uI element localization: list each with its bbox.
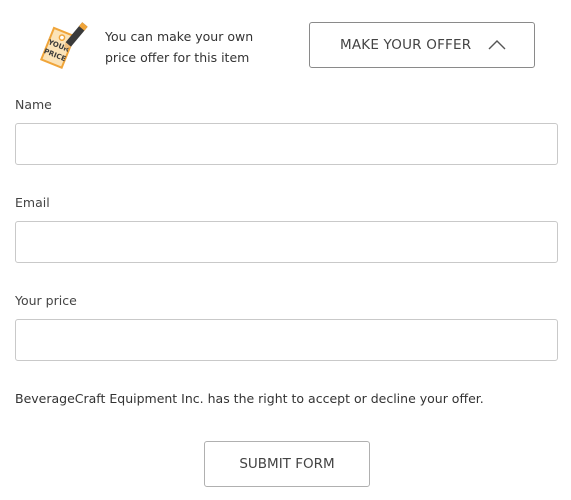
your-price-field[interactable]: [15, 319, 558, 361]
offer-disclaimer: BeverageCraft Equipment Inc. has the rig…: [15, 391, 484, 406]
chevron-up-icon: [488, 40, 506, 50]
make-your-offer-button[interactable]: MAKE YOUR OFFER: [309, 22, 535, 68]
name-field[interactable]: [15, 123, 558, 165]
offer-intro-text: You can make your own price offer for th…: [105, 26, 285, 68]
make-your-offer-label: MAKE YOUR OFFER: [340, 37, 472, 53]
your-price-label: Your price: [15, 293, 77, 308]
name-label: Name: [15, 97, 52, 112]
price-tag-pencil-icon: YOUR PRICE: [39, 22, 88, 69]
offer-intro-line-2: price offer for this item: [105, 50, 250, 65]
offer-intro-line-1: You can make your own: [105, 29, 254, 44]
submit-form-button[interactable]: SUBMIT FORM: [204, 441, 370, 487]
email-field[interactable]: [15, 221, 558, 263]
email-label: Email: [15, 195, 50, 210]
